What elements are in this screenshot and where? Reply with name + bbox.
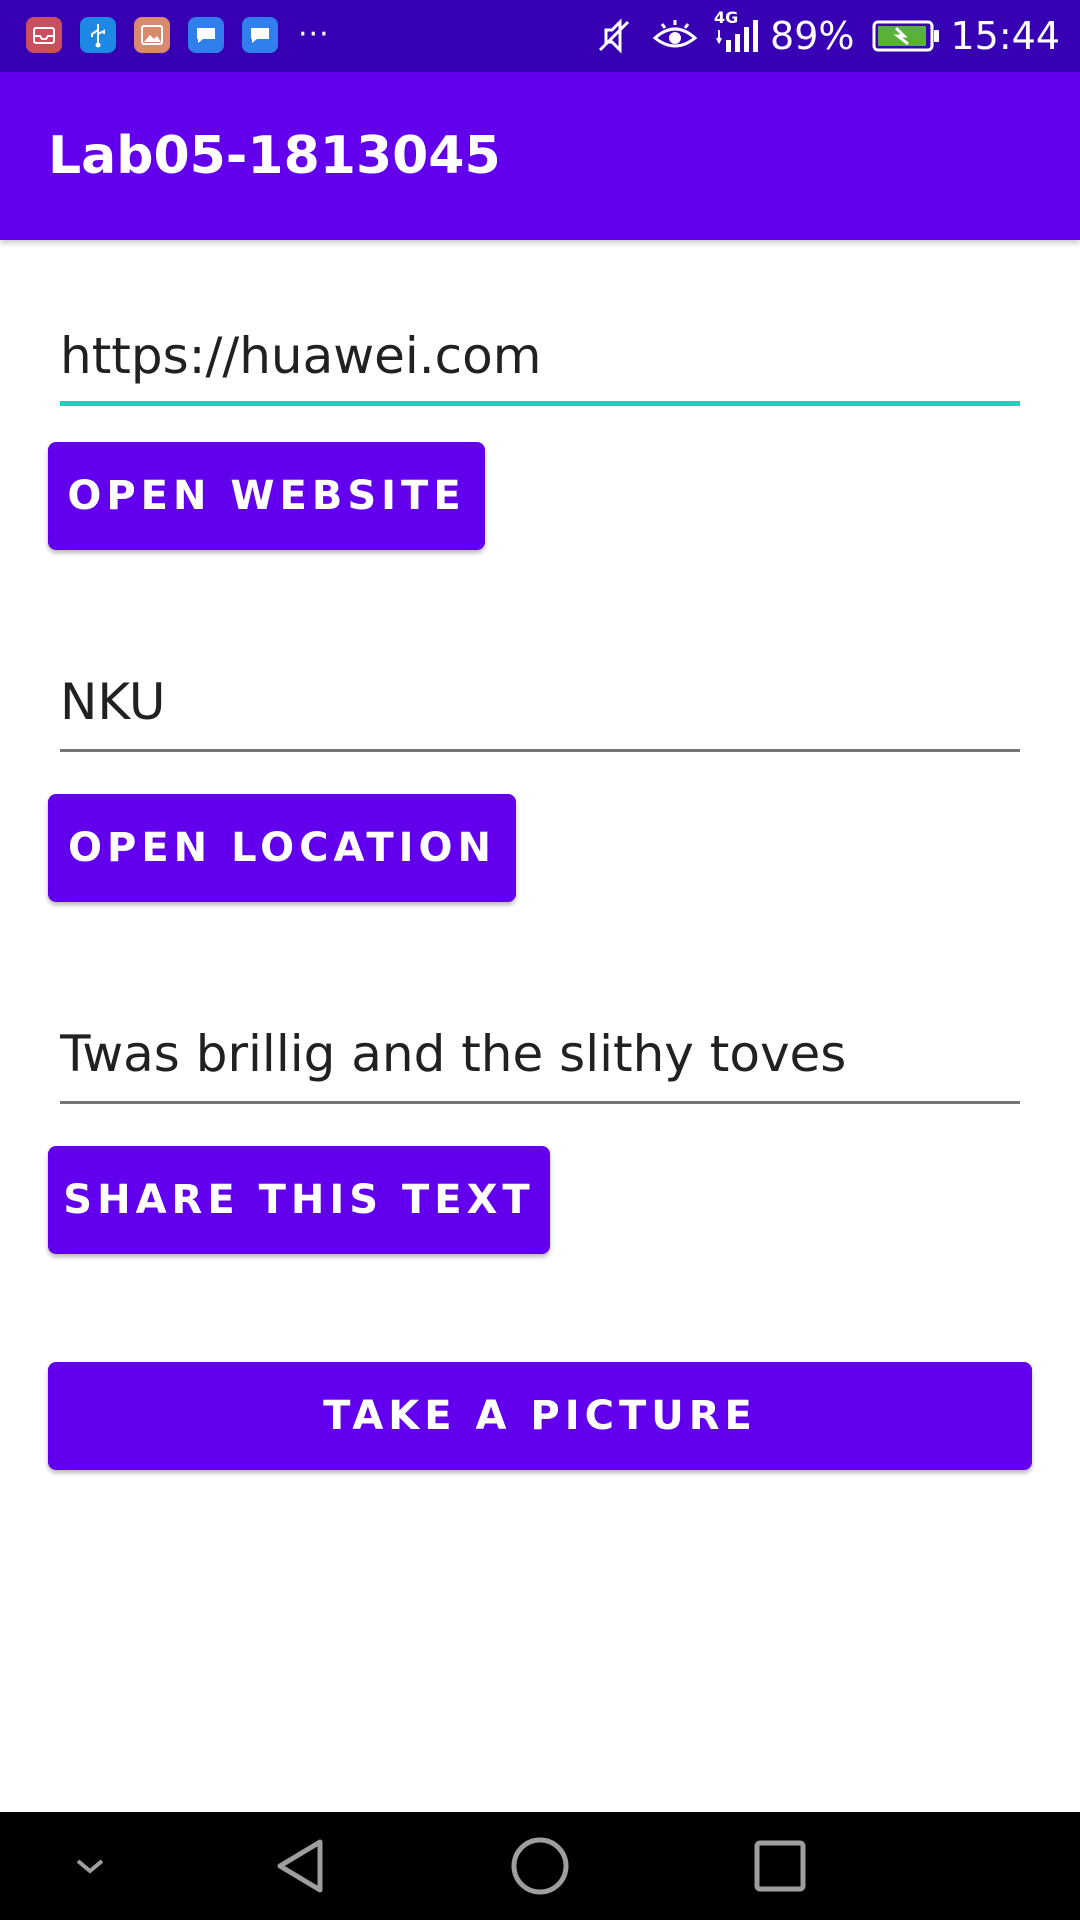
chevron-down-icon: [76, 1859, 104, 1874]
signal-icon: 4G: [714, 8, 760, 56]
status-bar: ··· 4G 89% 15:44: [0, 0, 1080, 72]
chat-icon: [242, 17, 278, 53]
share-text-input[interactable]: [60, 1008, 1020, 1100]
more-notifications-indicator: ···: [298, 17, 330, 52]
eye-comfort-icon: [652, 16, 698, 56]
recents-button[interactable]: [744, 1812, 816, 1920]
location-field-underline: [60, 749, 1020, 752]
website-field-underline: [60, 401, 1020, 406]
mute-icon: [594, 16, 634, 56]
usb-icon: [80, 17, 116, 53]
location-input[interactable]: [60, 656, 1020, 748]
share-text-field-underline: [60, 1101, 1020, 1104]
network-type-label: 4G: [714, 8, 739, 27]
location-field[interactable]: [60, 656, 1020, 752]
app-bar: Lab05-1813045: [0, 72, 1080, 240]
open-website-button[interactable]: OPEN WEBSITE: [48, 442, 485, 550]
home-circle-icon: [511, 1837, 569, 1895]
system-status-icons: 4G 89% 15:44: [576, 0, 1060, 72]
website-url-input[interactable]: [60, 310, 1020, 402]
open-location-button[interactable]: OPEN LOCATION: [48, 794, 516, 902]
website-field[interactable]: [60, 310, 1020, 406]
back-button[interactable]: [264, 1812, 336, 1920]
navigation-bar: [0, 1812, 1080, 1920]
hide-nav-bar-button[interactable]: [60, 1812, 120, 1920]
clock-time: 15:44: [950, 14, 1060, 58]
home-button[interactable]: [504, 1812, 576, 1920]
battery-charging-icon: [872, 19, 940, 53]
app-title: Lab05-1813045: [48, 126, 501, 186]
mail-icon: [26, 17, 62, 53]
gallery-icon: [134, 17, 170, 53]
share-text-button[interactable]: SHARE THIS TEXT: [48, 1146, 550, 1254]
back-triangle-icon: [277, 1839, 323, 1893]
share-text-field[interactable]: [60, 1008, 1020, 1104]
battery-percent: 89%: [770, 14, 855, 58]
take-picture-button[interactable]: TAKE A PICTURE: [48, 1362, 1032, 1470]
chat-icon: [188, 17, 224, 53]
notification-icons: ···: [26, 17, 330, 53]
recents-square-icon: [754, 1840, 806, 1892]
